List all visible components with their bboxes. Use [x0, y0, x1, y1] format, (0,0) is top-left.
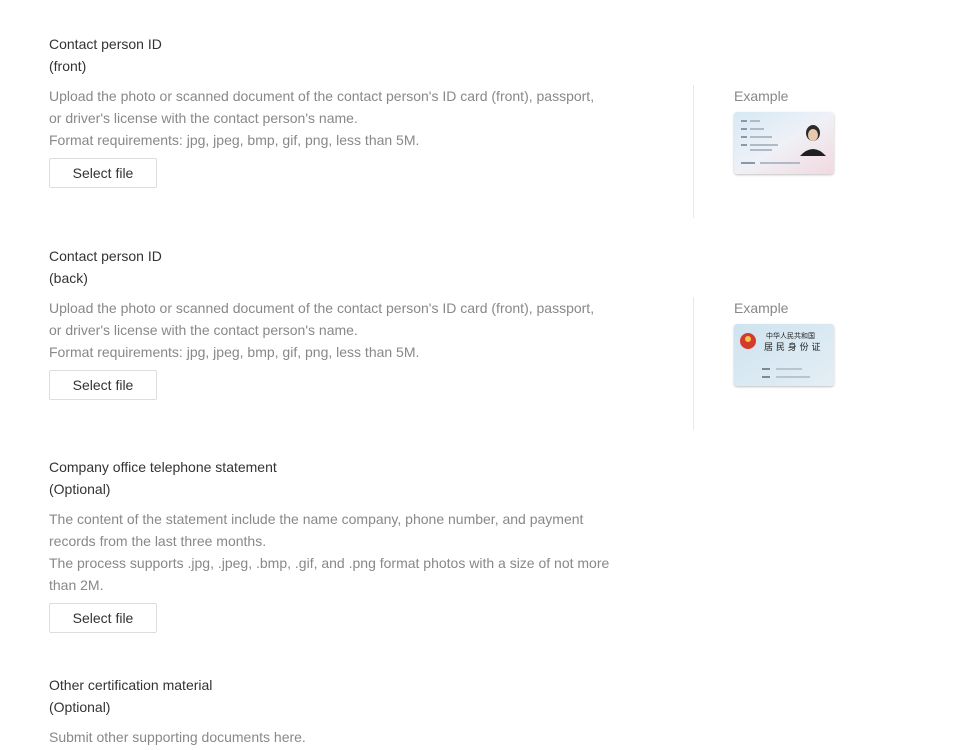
section-title: Other certification material [49, 677, 213, 693]
divider [693, 297, 694, 430]
example-label: Example [734, 300, 789, 316]
section-title: Company office telephone statement [49, 459, 277, 475]
contact-id-front-section: Contact person ID (front) Upload the pho… [49, 33, 669, 188]
card-header-text: 中华人民共和国 [766, 331, 815, 340]
id-card-front-example-image[interactable] [734, 112, 834, 174]
section-subtitle: (front) [49, 58, 87, 74]
select-file-button[interactable]: Select file [49, 370, 157, 400]
divider [693, 85, 694, 218]
section-description: Upload the photo or scanned document of … [49, 88, 595, 148]
contact-id-back-section: Contact person ID (back) Upload the phot… [49, 245, 669, 400]
section-description: Upload the photo or scanned document of … [49, 300, 595, 360]
example-front: Example [734, 86, 834, 174]
section-subtitle: (Optional) [49, 481, 111, 497]
section-title: Contact person ID [49, 36, 162, 52]
select-file-button[interactable]: Select file [49, 603, 157, 633]
id-card-back-example-image[interactable]: 中华人民共和国 居 民 身 份 证 [734, 324, 834, 386]
other-certification-section: Other certification material (Optional) … [49, 674, 669, 748]
telephone-statement-section: Company office telephone statement (Opti… [49, 456, 669, 633]
section-description: The content of the statement include the… [49, 511, 610, 593]
section-subtitle: (Optional) [49, 699, 111, 715]
select-file-button[interactable]: Select file [49, 158, 157, 188]
example-label: Example [734, 88, 789, 104]
section-description: Submit other supporting documents here. [49, 729, 306, 745]
section-title: Contact person ID [49, 248, 162, 264]
section-subtitle: (back) [49, 270, 88, 286]
card-title-text: 居 民 身 份 证 [764, 341, 820, 353]
example-back: Example 中华人民共和国 居 民 身 份 证 [734, 298, 834, 386]
